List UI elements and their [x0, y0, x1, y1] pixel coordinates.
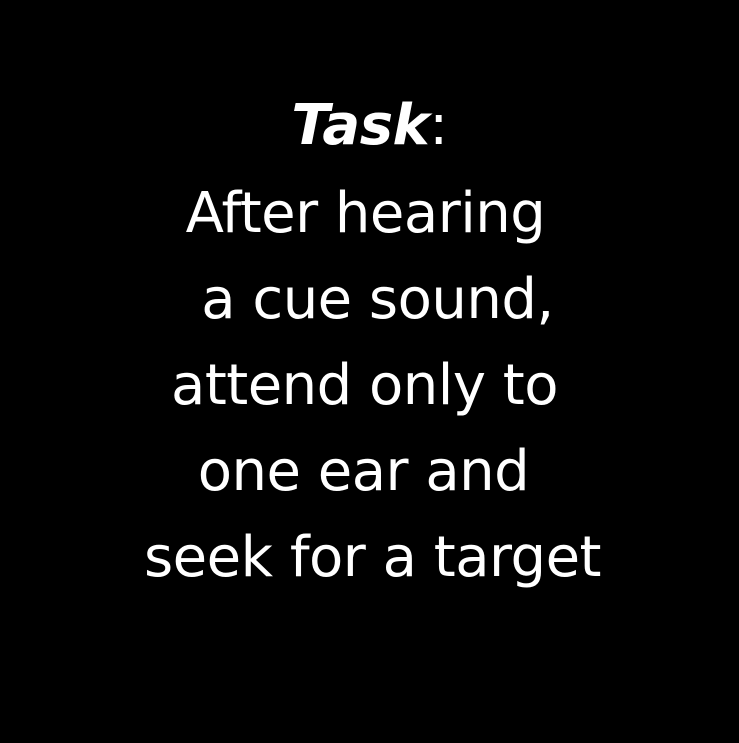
- task-line-4: one ear and: [197, 439, 530, 504]
- task-line-5: seek for a target: [144, 525, 602, 590]
- task-line-2: a cue sound,: [201, 267, 554, 332]
- task-slide: Task: After hearing a cue sound, attend …: [0, 0, 739, 743]
- task-line-3: attend only to: [171, 353, 559, 418]
- task-line-1: After hearing: [185, 181, 546, 246]
- task-heading-colon: :: [429, 93, 448, 158]
- task-heading-word: Task: [291, 93, 430, 158]
- task-heading: Task:: [0, 98, 739, 154]
